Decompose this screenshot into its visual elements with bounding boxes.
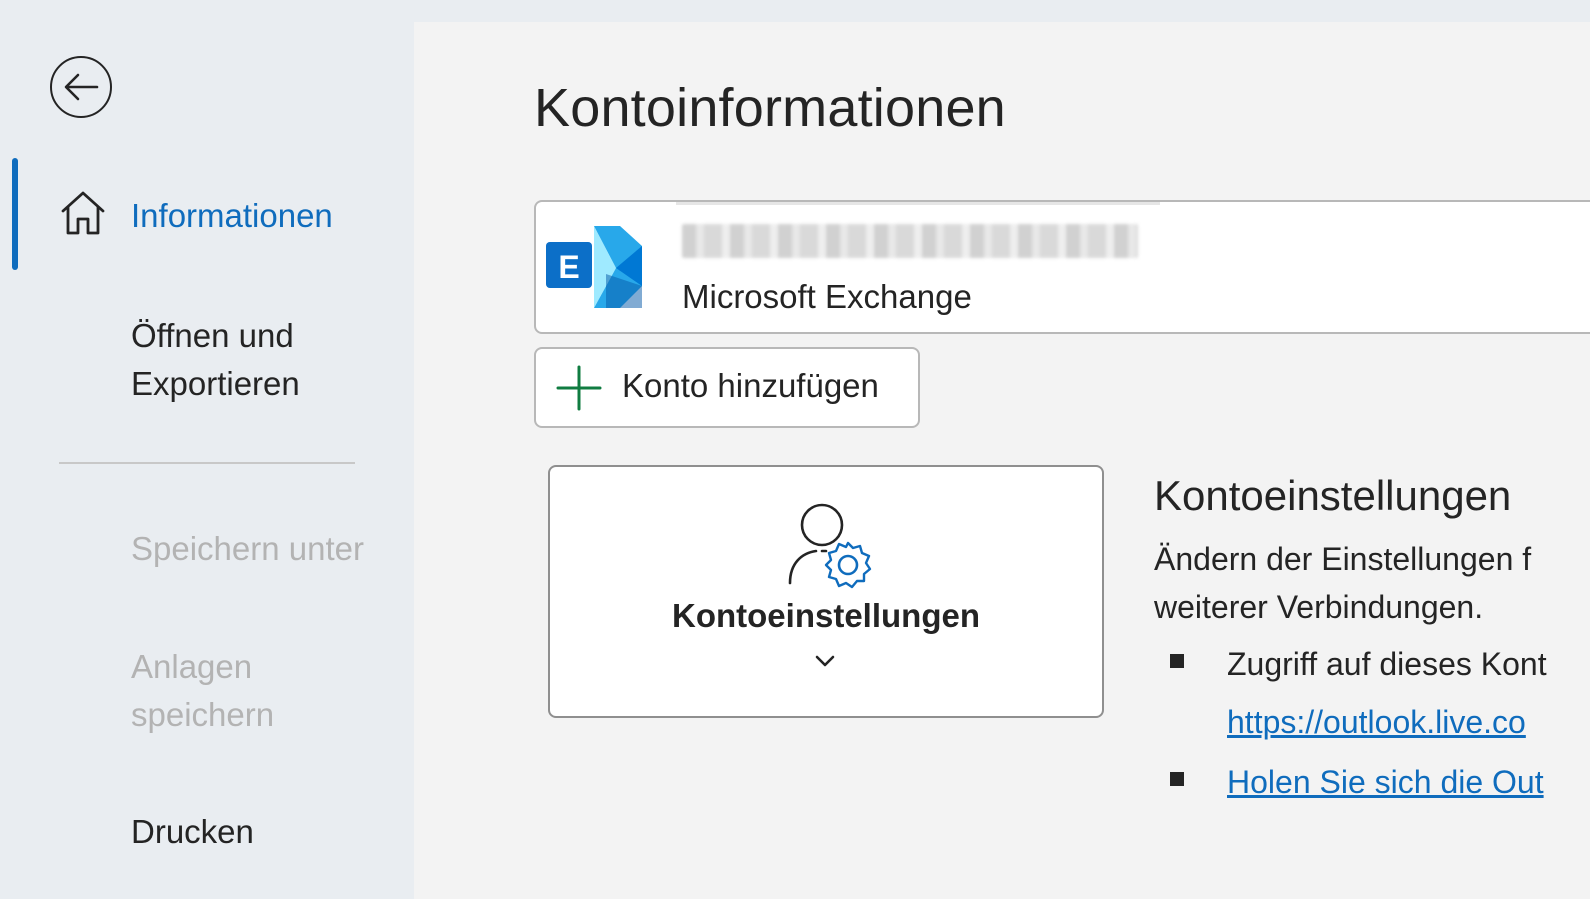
- nav-item-oeffnen-exportieren[interactable]: Öffnen und Exportieren: [0, 312, 414, 412]
- bullet-marker: [1170, 772, 1184, 786]
- section-description: Ändern der Einstellungen f weiterer Verb…: [1154, 535, 1590, 631]
- nav-item-anlagen-speichern: Anlagen speichern: [0, 643, 414, 743]
- nav-item-speichern-unter: Speichern unter: [0, 525, 414, 575]
- user-gear-icon: [788, 503, 872, 589]
- account-card-divider: [676, 202, 1160, 205]
- exchange-logo-letter: E: [558, 249, 579, 285]
- plus-icon: [556, 365, 602, 411]
- account-settings-button[interactable]: Kontoeinstellungen: [548, 465, 1104, 718]
- add-account-label: Konto hinzufügen: [622, 367, 879, 404]
- backstage-sidebar: Informationen Öffnen und Exportieren Spe…: [0, 0, 414, 899]
- nav-label-line: Exportieren: [131, 365, 300, 402]
- nav-label-line: Anlagen: [131, 648, 253, 685]
- nav-label-informationen: Informationen: [131, 197, 333, 234]
- nav-label-anlagen-speichern: Anlagen speichern: [131, 643, 274, 739]
- outlook-web-link[interactable]: https://outlook.live.co: [1227, 698, 1526, 746]
- nav-item-drucken[interactable]: Drucken: [0, 808, 414, 858]
- page-title: Kontoinformationen: [534, 78, 1006, 138]
- exchange-logo: E: [546, 226, 642, 308]
- sidebar-divider: [59, 462, 355, 464]
- chevron-down-icon: [815, 655, 835, 667]
- nav-label-speichern-unter: Speichern unter: [131, 530, 364, 567]
- bullet-marker: [1170, 654, 1184, 668]
- home-icon: [61, 191, 105, 235]
- section-description-line: Ändern der Einstellungen f: [1154, 541, 1532, 577]
- account-settings-label: Kontoeinstellungen: [672, 597, 980, 634]
- bullet-text-access: Zugriff auf dieses Kont: [1227, 646, 1547, 682]
- section-description-line: weiterer Verbindungen.: [1154, 589, 1484, 625]
- section-title: Kontoeinstellungen: [1154, 472, 1512, 519]
- account-selector[interactable]: E Microsoft Exchange: [534, 200, 1590, 334]
- account-type: Microsoft Exchange: [682, 278, 972, 315]
- nav-item-informationen[interactable]: Informationen: [0, 158, 414, 270]
- get-outlook-app-link[interactable]: Holen Sie sich die Out: [1227, 758, 1544, 806]
- add-account-button[interactable]: Konto hinzufügen: [534, 347, 920, 428]
- main-panel: Kontoinformationen E Microsoft Exchange …: [414, 22, 1590, 899]
- account-email-redacted: [682, 224, 1138, 258]
- back-button[interactable]: [50, 56, 112, 118]
- nav-label-drucken: Drucken: [131, 813, 254, 850]
- nav-label-line: Öffnen und: [131, 317, 294, 354]
- nav-label-oeffnen-exportieren: Öffnen und Exportieren: [131, 312, 300, 408]
- nav-label-line: speichern: [131, 696, 275, 733]
- arrow-left-icon: [64, 73, 99, 101]
